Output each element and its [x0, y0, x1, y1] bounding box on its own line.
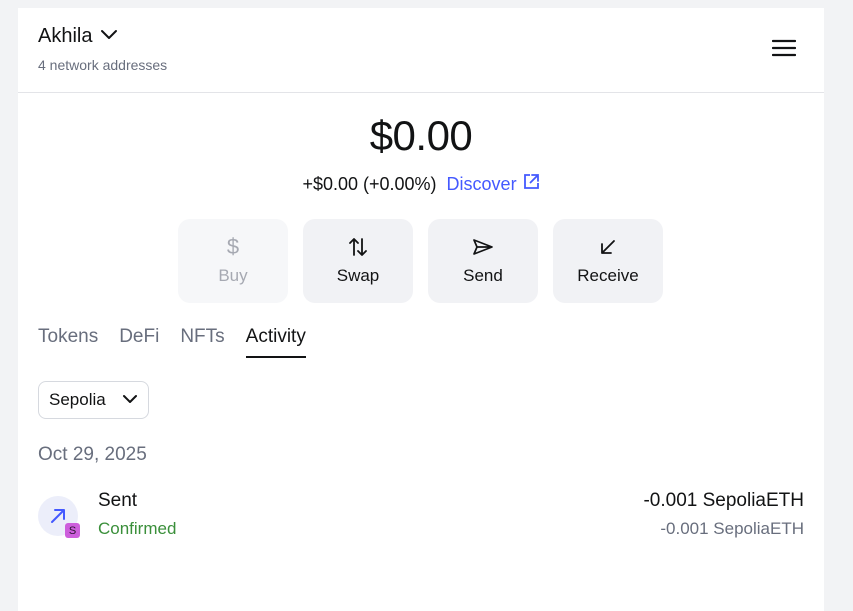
- wallet-panel: Akhila 4 network addresses $0.00 +$0.00 …: [18, 8, 824, 611]
- network-addresses-link[interactable]: 4 network addresses: [38, 57, 167, 73]
- asset-tabs: Tokens DeFi NFTs Activity: [38, 326, 306, 358]
- balance-change: +$0.00 (+0.00%): [302, 173, 437, 194]
- discover-label: Discover: [446, 173, 517, 194]
- sepolia-network-badge: S: [65, 523, 80, 538]
- action-buttons: $ Buy Swap Send Receive: [178, 219, 663, 303]
- external-link-icon: [523, 173, 540, 195]
- tab-defi[interactable]: DeFi: [119, 326, 159, 358]
- chevron-down-icon: [122, 390, 138, 410]
- network-filter-dropdown[interactable]: Sepolia: [38, 381, 149, 419]
- activity-date-heading: Oct 29, 2025: [38, 444, 147, 465]
- transaction-status: Confirmed: [98, 519, 177, 538]
- send-button[interactable]: Send: [428, 219, 538, 303]
- swap-label: Swap: [336, 266, 380, 285]
- hamburger-menu-icon: [771, 39, 797, 62]
- total-balance: $0.00: [369, 112, 473, 159]
- send-icon: [472, 236, 494, 258]
- tab-activity[interactable]: Activity: [245, 326, 306, 358]
- transaction-row[interactable]: S Sent Confirmed -0.001 SepoliaETH -0.00…: [38, 490, 804, 542]
- account-picker[interactable]: Akhila: [38, 25, 118, 48]
- receive-icon: [599, 236, 617, 258]
- buy-button[interactable]: $ Buy: [178, 219, 288, 303]
- receive-button[interactable]: Receive: [553, 219, 663, 303]
- discover-link[interactable]: Discover: [447, 173, 540, 195]
- transaction-amount-secondary: -0.001 SepoliaETH: [660, 519, 804, 538]
- send-label: Send: [463, 266, 503, 285]
- transaction-title: Sent: [98, 490, 138, 511]
- tab-nfts[interactable]: NFTs: [180, 326, 224, 358]
- buy-label: Buy: [218, 266, 248, 285]
- receive-label: Receive: [577, 266, 639, 285]
- network-filter-value: Sepolia: [49, 390, 106, 409]
- account-header: Akhila 4 network addresses: [18, 8, 824, 93]
- dollar-icon: $: [226, 234, 240, 259]
- tab-tokens[interactable]: Tokens: [38, 326, 98, 358]
- transaction-amount: -0.001 SepoliaETH: [643, 490, 804, 511]
- account-name: Akhila: [38, 25, 93, 47]
- swap-button[interactable]: Swap: [303, 219, 413, 303]
- chevron-down-icon: [100, 28, 118, 46]
- balance-change-row: +$0.00 (+0.00%) Discover: [18, 173, 824, 195]
- menu-button[interactable]: [768, 36, 800, 64]
- swap-icon: [348, 236, 368, 258]
